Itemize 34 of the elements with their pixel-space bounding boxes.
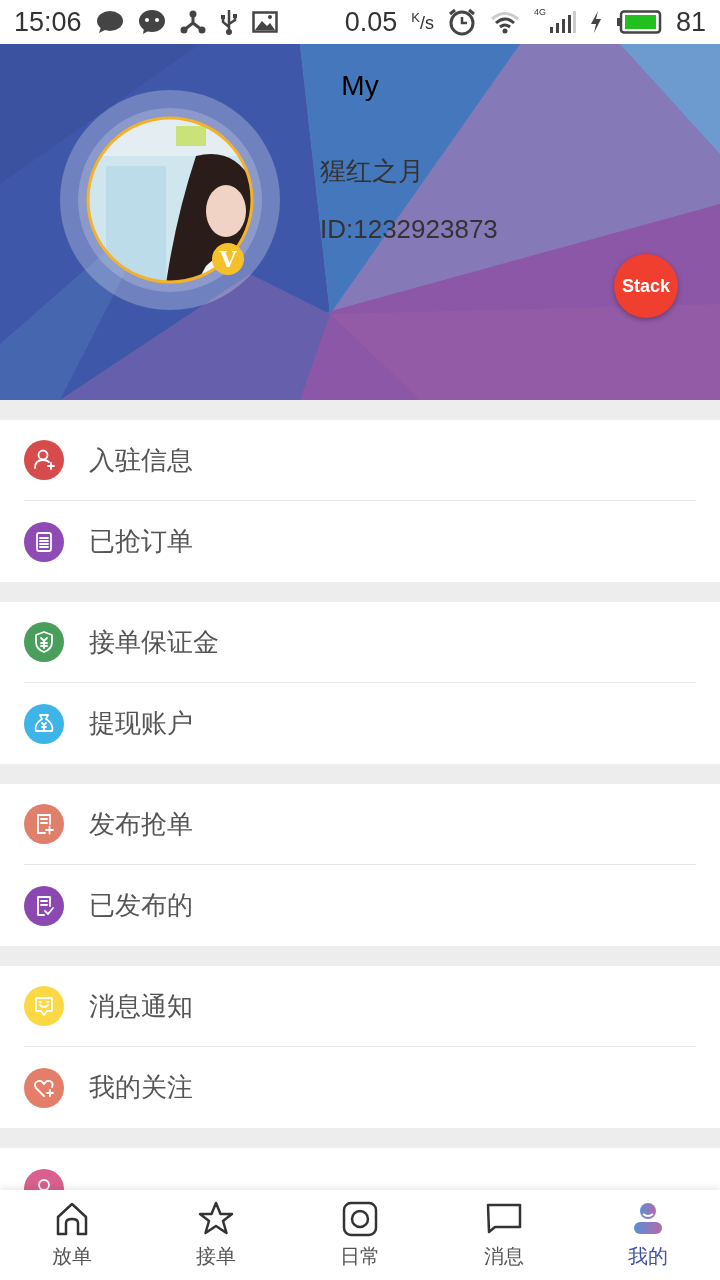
home-icon — [54, 1200, 90, 1237]
star-icon — [198, 1200, 234, 1237]
chat-bubble-icon — [95, 10, 124, 34]
menu-item[interactable]: 提现账户 — [24, 683, 696, 764]
signal-icon — [547, 10, 576, 34]
menu-item[interactable]: 发布抢单 — [24, 784, 696, 865]
tab[interactable]: 日常 — [288, 1190, 432, 1280]
share-icon — [179, 10, 206, 34]
usb-icon — [219, 9, 238, 35]
user-id: ID:1232923873 — [320, 214, 498, 245]
network-speed: 0.05 — [344, 6, 398, 38]
charging-icon — [589, 11, 602, 33]
image-icon — [251, 11, 278, 33]
tab[interactable]: 接单 — [144, 1190, 288, 1280]
clock-time: 15:06 — [14, 6, 82, 38]
alarm-icon — [447, 8, 476, 36]
menu-item[interactable]: 已发布的 — [24, 865, 696, 946]
menu-item[interactable]: 我的关注 — [24, 1047, 696, 1128]
menu-item[interactable]: 接单保证金 — [24, 602, 696, 683]
menu-item[interactable]: 入驻信息 — [24, 420, 696, 501]
camera-icon — [342, 1200, 378, 1237]
tab[interactable]: 我的 — [576, 1190, 720, 1280]
battery-level: 81 — [675, 6, 706, 38]
network-type: 4G — [533, 7, 546, 17]
tab[interactable]: 放单 — [0, 1190, 144, 1280]
speed-unit: $^{K}$/s — [411, 10, 434, 34]
wifi-icon — [489, 10, 520, 34]
tab[interactable]: 消息 — [432, 1190, 576, 1280]
menu-item[interactable]: 消息通知 — [24, 966, 696, 1047]
messenger-icon — [137, 9, 166, 35]
battery-icon — [615, 10, 662, 34]
page-title: My — [340, 70, 380, 102]
menu-item[interactable]: 已抢订单 — [24, 501, 696, 582]
user-name: 猩红之月 — [320, 155, 424, 188]
